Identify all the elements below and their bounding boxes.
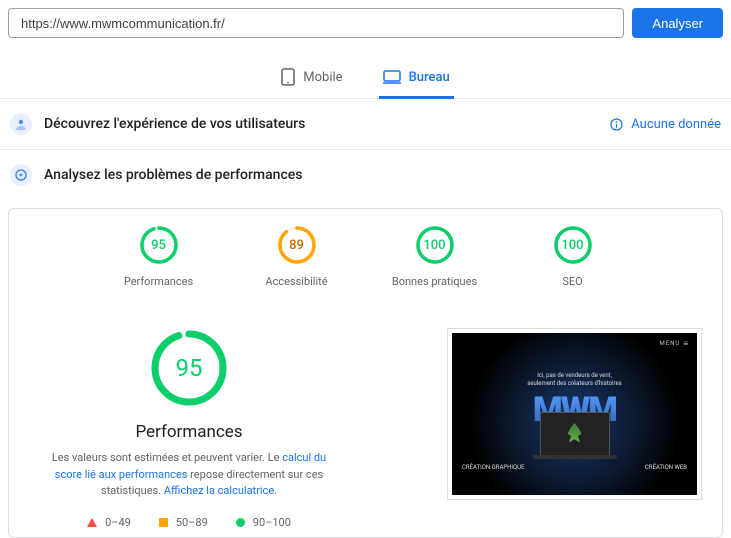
device-tabs: Mobile Bureau — [0, 62, 731, 99]
no-data-label: Aucune donnée — [631, 117, 721, 132]
section-discover: Découvrez l'expérience de vos utilisateu… — [0, 99, 731, 150]
gauge-best-practices-value: 100 — [415, 225, 455, 265]
detail-desc: Les valeurs sont estimées et peuvent var… — [39, 450, 339, 500]
tab-mobile[interactable]: Mobile — [277, 62, 346, 99]
desktop-icon — [383, 70, 401, 84]
tab-desktop[interactable]: Bureau — [379, 62, 454, 99]
show-calculator-link[interactable]: Affichez la calculatrice — [164, 484, 274, 497]
gauge-best-practices[interactable]: 100 Bonnes pratiques — [390, 225, 480, 288]
gauge-accessibility-value: 89 — [277, 225, 317, 265]
gauge-performances-value: 95 — [139, 225, 179, 265]
ss-tagline: Ici, pas de vendeurs de vent,seulement d… — [527, 372, 622, 388]
score-legend: 0–49 50–89 90–100 — [87, 516, 291, 529]
square-icon — [159, 518, 168, 527]
gauges-row: 95 Performances 89 Accessibilité 100 Bon… — [17, 225, 714, 288]
gauge-accessibility[interactable]: 89 Accessibilité — [252, 225, 342, 288]
users-icon — [10, 113, 32, 135]
circle-icon — [236, 518, 245, 527]
gauge-best-practices-label: Bonnes pratiques — [392, 275, 477, 288]
analyze-button[interactable]: Analyser — [632, 8, 723, 38]
info-icon — [610, 118, 623, 131]
gauge-seo-label: SEO — [562, 275, 582, 288]
gauge-seo-value: 100 — [553, 225, 593, 265]
section-discover-title: Découvrez l'expérience de vos utilisateu… — [44, 116, 598, 132]
section-diagnose-title: Analysez les problèmes de performances — [44, 167, 721, 183]
diagnose-icon — [10, 164, 32, 186]
performance-detail: 95 Performances Les valeurs sont estimée… — [29, 328, 349, 529]
legend-mid: 50–89 — [159, 516, 208, 529]
gauge-performances-label: Performances — [124, 275, 193, 288]
legend-low: 0–49 — [87, 516, 131, 529]
triangle-icon — [87, 518, 97, 527]
ss-sides: CRÉATION GRAPHIQUECRÉATION WEB — [452, 464, 697, 471]
section-diagnose: Analysez les problèmes de performances — [0, 150, 731, 200]
legend-high: 90–100 — [236, 516, 291, 529]
mobile-icon — [281, 68, 295, 86]
big-gauge: 95 — [149, 328, 229, 408]
gauge-performances[interactable]: 95 Performances — [114, 225, 204, 288]
detail-title: Performances — [135, 422, 242, 442]
url-input[interactable] — [8, 8, 624, 38]
no-data-link[interactable]: Aucune donnée — [610, 117, 721, 132]
gauge-accessibility-label: Accessibilité — [265, 275, 327, 288]
tab-mobile-label: Mobile — [303, 70, 342, 85]
ss-laptop — [540, 412, 610, 456]
detail-row: 95 Performances Les valeurs sont estimée… — [17, 328, 714, 529]
ss-menu: MENU≡ — [660, 339, 690, 348]
results-panel: 95 Performances 89 Accessibilité 100 Bon… — [8, 208, 723, 538]
gauge-seo[interactable]: 100 SEO — [528, 225, 618, 288]
tab-desktop-label: Bureau — [409, 70, 450, 85]
big-gauge-value: 95 — [149, 328, 229, 408]
page-screenshot: MENU≡ Ici, pas de vendeurs de vent,seule… — [447, 328, 702, 500]
